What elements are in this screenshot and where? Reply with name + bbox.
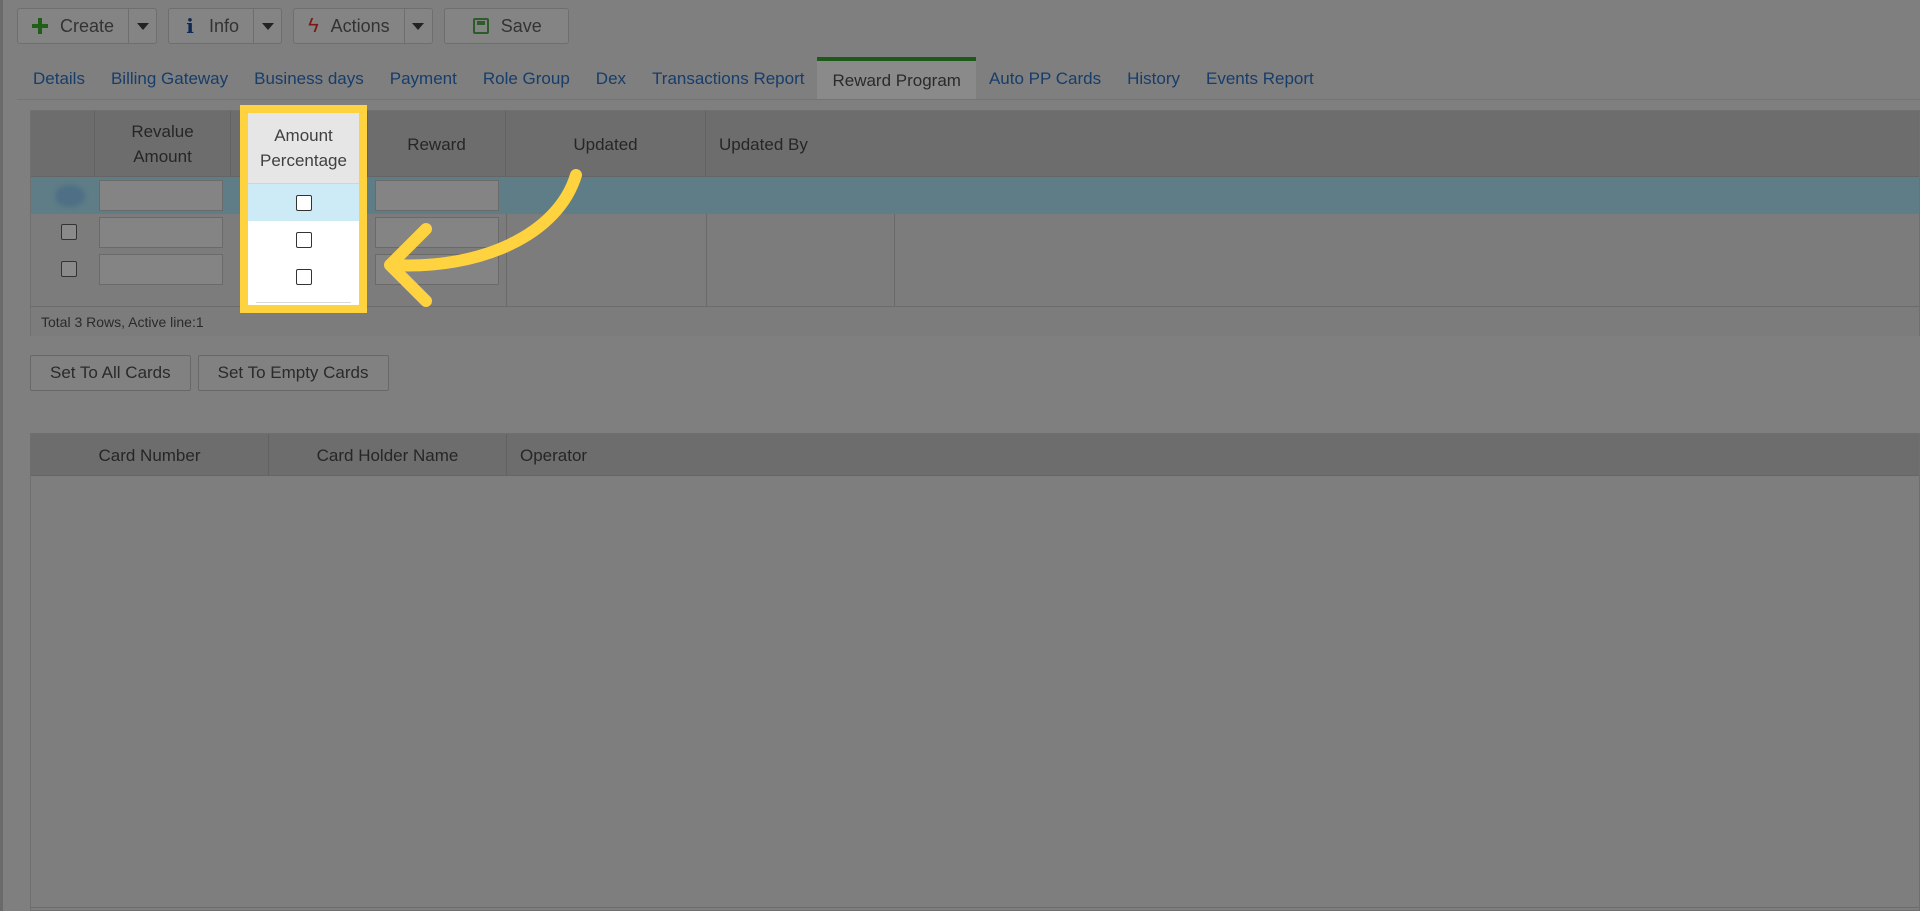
tab-dex[interactable]: Dex	[583, 57, 639, 100]
select-column-header	[31, 111, 95, 177]
cards-grid: Card Number Card Holder Name Operator	[30, 433, 1920, 911]
amount-percentage-cell[interactable]	[248, 258, 359, 295]
info-dropdown-toggle[interactable]	[253, 9, 281, 43]
tab-billing-gateway[interactable]: Billing Gateway	[98, 57, 241, 100]
grid-bottom-border	[31, 907, 1919, 908]
tab-business-days[interactable]: Business days	[241, 57, 377, 100]
tab-bar: Details Billing Gateway Business days Pa…	[20, 57, 1327, 100]
actions-button[interactable]: ϟ Actions	[294, 9, 404, 43]
info-icon: i	[186, 14, 194, 38]
tab-divider	[17, 99, 1920, 100]
tab-auto-pp-cards[interactable]: Auto PP Cards	[976, 57, 1114, 100]
column-divider	[894, 214, 895, 306]
column-divider	[706, 214, 707, 306]
create-dropdown-toggle[interactable]	[128, 9, 156, 43]
save-label: Save	[500, 15, 542, 36]
window-edge	[0, 0, 3, 911]
revalue-amount-input[interactable]	[99, 180, 223, 211]
create-split-button: Create	[17, 8, 158, 44]
revalue-amount-input[interactable]	[99, 217, 223, 248]
column-header-card-number[interactable]: Card Number	[31, 434, 269, 476]
tab-events-report[interactable]: Events Report	[1193, 57, 1327, 100]
lightning-icon: ϟ	[308, 14, 319, 37]
column-header-updated-by[interactable]: Updated By	[706, 111, 1006, 177]
tab-role-group[interactable]: Role Group	[470, 57, 583, 100]
cell-divider	[256, 302, 351, 303]
actions-dropdown-toggle[interactable]	[403, 9, 432, 43]
create-label: Create	[60, 15, 115, 36]
create-button[interactable]: Create	[18, 9, 128, 43]
plus-icon	[32, 18, 48, 34]
set-to-empty-cards-button[interactable]: Set To Empty Cards	[197, 355, 389, 391]
column-header-card-holder-name[interactable]: Card Holder Name	[269, 434, 507, 476]
annotation-arrow-icon	[384, 169, 582, 307]
save-button[interactable]: Save	[443, 8, 569, 44]
amount-percentage-checkbox[interactable]	[295, 268, 312, 285]
amount-percentage-checkbox[interactable]	[295, 231, 312, 248]
row-selection-indicator	[55, 185, 85, 207]
amount-percentage-highlight: Amount Percentage	[240, 105, 367, 313]
tab-details[interactable]: Details	[20, 57, 98, 100]
column-header-operator[interactable]: Operator	[507, 434, 807, 476]
revalue-amount-input[interactable]	[99, 254, 223, 285]
amount-percentage-checkbox[interactable]	[295, 194, 312, 211]
actions-label: Actions	[330, 15, 390, 36]
card-action-buttons: Set To All Cards Set To Empty Cards	[30, 355, 389, 391]
caret-down-icon	[412, 22, 425, 30]
tab-reward-program[interactable]: Reward Program	[817, 57, 976, 100]
actions-split-button: ϟ Actions	[293, 8, 433, 44]
caret-down-icon	[136, 22, 149, 30]
set-to-all-cards-button[interactable]: Set To All Cards	[30, 355, 191, 391]
row-checkbox[interactable]	[61, 224, 77, 240]
amount-percentage-header[interactable]: Amount Percentage	[248, 113, 359, 184]
toolbar: Create i Info ϟ Actions Save	[17, 8, 569, 44]
caret-down-icon	[261, 22, 274, 30]
tab-transactions-report[interactable]: Transactions Report	[639, 57, 817, 100]
floppy-disk-icon	[472, 18, 489, 34]
tab-history[interactable]: History	[1114, 57, 1193, 100]
amount-percentage-cell[interactable]	[248, 184, 359, 221]
grid-header: Card Number Card Holder Name Operator	[31, 434, 1919, 476]
row-checkbox[interactable]	[61, 261, 77, 277]
info-split-button: i Info	[168, 8, 283, 44]
info-button[interactable]: i Info	[169, 9, 253, 43]
info-label: Info	[209, 15, 240, 36]
column-header-revalue-amount[interactable]: Revalue Amount	[95, 111, 231, 177]
amount-percentage-cell[interactable]	[248, 221, 359, 258]
tab-payment[interactable]: Payment	[377, 57, 470, 100]
